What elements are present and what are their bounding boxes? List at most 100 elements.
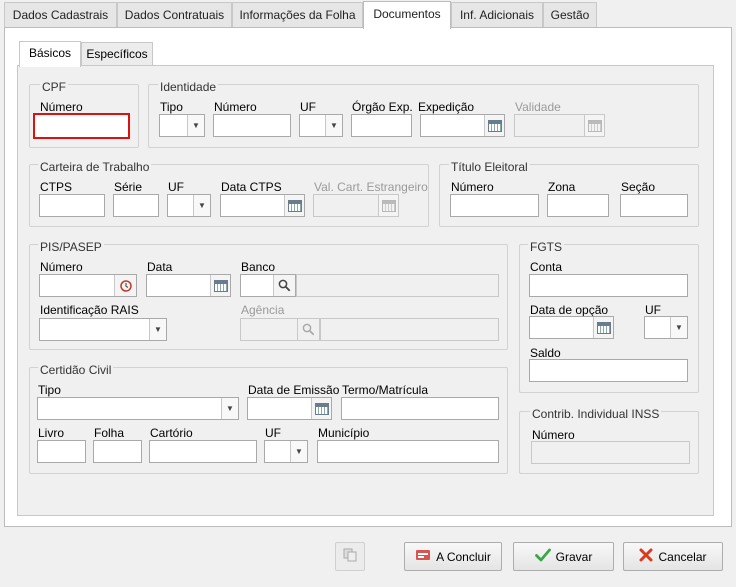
chevron-down-icon[interactable]: ▼ — [187, 115, 204, 136]
fgts-saldo-label: Saldo — [530, 346, 561, 360]
certidao-emissao-input[interactable]: / / — [247, 397, 332, 420]
identidade-expedicao-input[interactable]: / / — [420, 114, 505, 137]
identidade-tipo-select[interactable]: ▼ — [159, 114, 205, 137]
pis-agencia-nome — [320, 318, 499, 341]
certidao-termo-input[interactable] — [341, 397, 499, 420]
tab-inf-adicionais[interactable]: Inf. Adicionais — [451, 2, 543, 28]
chevron-down-icon[interactable]: ▼ — [325, 115, 342, 136]
certidao-cartorio-input[interactable] — [149, 440, 257, 463]
pis-rais-select[interactable]: ▼ — [39, 318, 167, 341]
pis-numero-label: Número — [40, 260, 83, 274]
certidao-folha-label: Folha — [94, 426, 125, 440]
calendar-icon[interactable] — [484, 115, 504, 136]
certidao-folha-input[interactable] — [93, 440, 142, 463]
pis-data-label: Data — [147, 260, 173, 274]
fgts-uf-select[interactable]: RJ ▼ — [644, 316, 688, 339]
identidade-numero-input[interactable] — [213, 114, 291, 137]
titulo-group-title: Título Eleitoral — [449, 160, 530, 174]
calendar-icon — [584, 115, 604, 136]
ctps-val-input: / / — [313, 194, 399, 217]
identidade-group-title: Identidade — [158, 80, 219, 94]
pis-banco-input[interactable] — [240, 274, 296, 297]
ctps-label: CTPS — [40, 180, 73, 194]
chevron-down-icon[interactable]: ▼ — [149, 319, 166, 340]
certidao-uf-select[interactable]: ▼ — [264, 440, 308, 463]
certidao-municipio-input[interactable] — [317, 440, 499, 463]
chevron-down-icon[interactable]: ▼ — [670, 317, 687, 338]
ctps-uf-select[interactable]: ▼ — [167, 194, 211, 217]
copy-button[interactable] — [335, 542, 365, 571]
fgts-conta-input[interactable] — [529, 274, 688, 297]
search-icon[interactable] — [273, 275, 295, 296]
calendar-icon[interactable] — [210, 275, 230, 296]
ctps-data-input[interactable]: / / — [220, 194, 305, 217]
pis-group-title: PIS/PASEP — [38, 240, 104, 254]
identidade-tipo-label: Tipo — [160, 100, 183, 114]
check-icon — [534, 548, 551, 565]
identidade-validade-label: Validade — [515, 100, 561, 114]
titulo-secao-input[interactable] — [620, 194, 688, 217]
certidao-livro-input[interactable] — [37, 440, 86, 463]
titulo-zona-label: Zona — [548, 180, 576, 194]
titulo-secao-label: Seção — [621, 180, 656, 194]
fgts-group-title: FGTS — [528, 240, 564, 254]
certidao-municipio-label: Município — [318, 426, 370, 440]
pis-agencia-label: Agência — [241, 303, 285, 317]
chevron-down-icon[interactable]: ▼ — [290, 441, 307, 462]
chevron-down-icon[interactable]: ▼ — [193, 195, 210, 216]
concluir-label: A Concluir — [436, 549, 491, 564]
concluir-button[interactable]: A Concluir — [404, 542, 502, 571]
pis-banco-nome — [296, 274, 499, 297]
ctps-input[interactable] — [39, 194, 105, 217]
chevron-down-icon[interactable]: ▼ — [221, 398, 238, 419]
history-icon[interactable] — [114, 275, 136, 296]
fgts-data-opcao-label: Data de opção — [530, 303, 609, 317]
ctps-data-label: Data CTPS — [221, 180, 282, 194]
identidade-uf-label: UF — [300, 100, 316, 114]
cancelar-button[interactable]: Cancelar — [623, 542, 723, 571]
inss-numero-input — [531, 441, 690, 464]
identidade-expedicao-label: Expedição — [418, 100, 475, 114]
fgts-saldo-input[interactable] — [529, 359, 688, 382]
pis-banco-label: Banco — [241, 260, 276, 274]
fgts-conta-label: Conta — [530, 260, 563, 274]
calendar-icon — [378, 195, 398, 216]
ctps-serie-input[interactable] — [113, 194, 159, 217]
gravar-button[interactable]: Gravar — [513, 542, 614, 571]
close-icon — [639, 548, 653, 565]
tab-gestao[interactable]: Gestão — [543, 2, 597, 28]
tab-dados-cadastrais[interactable]: Dados Cadastrais — [4, 2, 117, 28]
certidao-termo-label: Termo/Matrícula — [342, 383, 429, 397]
cpf-numero-label: Número — [40, 100, 83, 114]
certidao-livro-label: Livro — [38, 426, 65, 440]
certidao-tipo-select[interactable]: ▼ — [37, 397, 239, 420]
calendar-icon[interactable] — [284, 195, 304, 216]
calendar-icon[interactable] — [311, 398, 331, 419]
subtab-especificos[interactable]: Específicos — [81, 42, 153, 66]
subtab-basicos[interactable]: Básicos — [19, 41, 81, 67]
identidade-orgao-input[interactable] — [351, 114, 412, 137]
identidade-validade-input: / / — [514, 114, 605, 137]
ctps-serie-label: Série — [114, 180, 143, 194]
fgts-data-opcao-input[interactable]: / / — [529, 316, 614, 339]
identidade-uf-select[interactable]: ▼ — [299, 114, 343, 137]
certidao-emissao-label: Data de Emissão — [248, 383, 340, 397]
calendar-icon[interactable] — [593, 317, 613, 338]
tab-documentos[interactable]: Documentos — [363, 1, 451, 29]
pis-data-input[interactable]: / / — [146, 274, 231, 297]
pis-rais-label: Identificação RAIS — [40, 303, 139, 317]
cpf-numero-input[interactable]: . . - — [33, 113, 130, 139]
titulo-zona-input[interactable] — [547, 194, 609, 217]
identidade-orgao-label: Órgão Exp. — [352, 100, 413, 114]
titulo-numero-input[interactable] — [450, 194, 539, 217]
tab-dados-contratuais[interactable]: Dados Contratuais — [117, 2, 232, 28]
pis-agencia-input — [240, 318, 320, 341]
copy-icon — [343, 548, 357, 565]
search-icon — [297, 319, 319, 340]
pis-numero-input[interactable] — [39, 274, 137, 297]
concluir-icon — [415, 548, 431, 565]
inss-group-title: Contrib. Individual INSS — [530, 407, 662, 421]
ctps-uf-label: UF — [168, 180, 184, 194]
ctps-val-label: Val. Cart. Estrangeiro — [314, 180, 428, 194]
tab-informacoes-folha[interactable]: Informações da Folha — [232, 2, 363, 28]
